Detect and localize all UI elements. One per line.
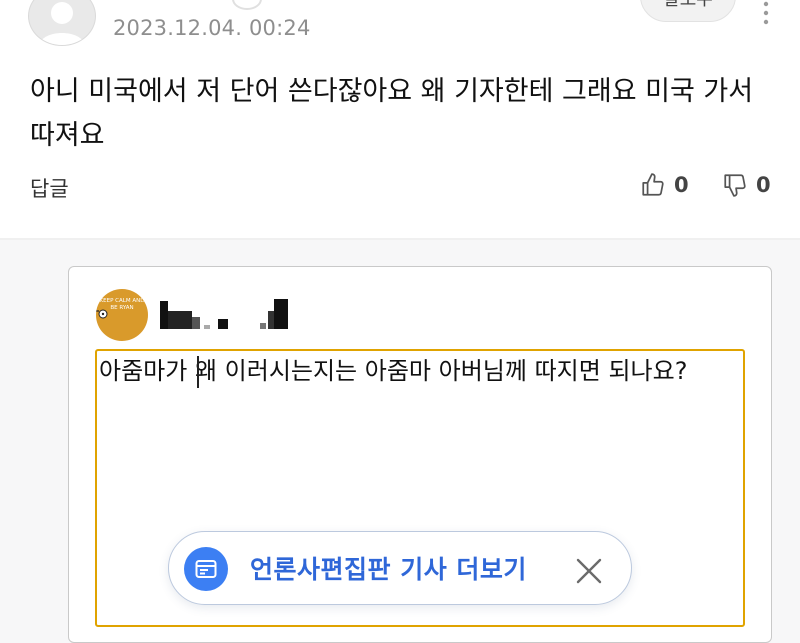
comment-timestamp: 2023.12.04. 00:24 — [113, 16, 311, 40]
comment-text: 아니 미국에서 저 단어 쓴다잖아요 왜 기자한테 그래요 미국 가서 따져요 — [30, 76, 754, 151]
my-avatar[interactable]: KEEP CALM AND BE RYAN — [96, 289, 148, 341]
badge-icon — [232, 0, 262, 10]
like-button[interactable]: 0 — [640, 172, 689, 198]
close-icon[interactable] — [575, 557, 603, 585]
dislike-button[interactable]: 0 — [722, 172, 771, 198]
reply-button[interactable]: 답글 — [30, 173, 69, 203]
more-articles-label[interactable]: 언론사편집판 기사 더보기 — [250, 550, 527, 586]
thumbs-up-icon — [642, 173, 664, 196]
news-card-icon — [184, 547, 228, 591]
follow-button[interactable]: 팔로우 — [640, 0, 736, 22]
thumbs-down-icon — [724, 174, 746, 197]
user-avatar[interactable] — [28, 0, 96, 46]
text-caret — [197, 356, 199, 388]
reply-input-text[interactable]: 아줌마가 왜 이러시는지는 아줌마 아버님께 따지면 되나요? — [99, 352, 739, 390]
ryan-face-icon — [96, 309, 108, 319]
comment-item: 2023.12.04. 00:24 팔로우 아니 미국에서 저 단어 쓴다잖아요… — [0, 0, 800, 238]
like-count: 0 — [674, 173, 689, 197]
dislike-count: 0 — [756, 173, 771, 197]
my-nickname-redacted — [160, 299, 288, 329]
more-vertical-icon[interactable] — [758, 0, 774, 30]
